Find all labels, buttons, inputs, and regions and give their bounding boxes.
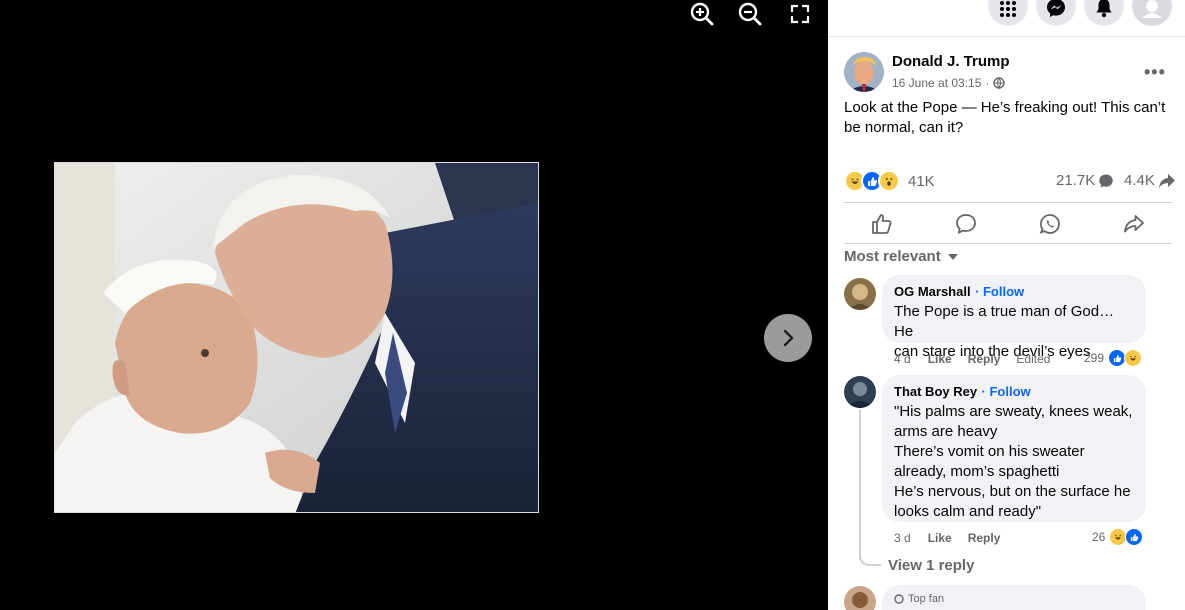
post-text: Look at the Pope — He’s freaking out! Th…	[844, 99, 1166, 136]
comment-reactions[interactable]: 299	[1084, 349, 1143, 367]
comment-like-button[interactable]: Like	[928, 531, 952, 545]
commenter-avatar[interactable]	[844, 376, 876, 408]
commenter-avatar[interactable]	[844, 278, 876, 310]
zoom-out-icon[interactable]	[736, 0, 764, 28]
reply-thread-connector	[859, 548, 881, 566]
view-replies-link[interactable]: View 1 reply	[888, 557, 974, 574]
comment-time[interactable]: 4 d	[894, 352, 911, 366]
comment-reply-button[interactable]: Reply	[968, 352, 1001, 366]
comment-sort-label: Most relevant	[844, 248, 941, 265]
comment-bubble: That Boy Rey · Follow "His palms are swe…	[882, 375, 1146, 522]
comment-text-line: "His palms are sweaty, knees weak,	[894, 403, 1133, 420]
comment-meta: 4 d Like Reply Edited	[894, 352, 1050, 366]
shares-count-value: 4.4K	[1124, 172, 1155, 189]
follow-link[interactable]: · Follow	[982, 384, 1031, 399]
reaction-count[interactable]: 41K	[908, 173, 935, 190]
comment-bubble: OG Marshall · Follow The Pope is a true …	[882, 275, 1146, 360]
share-icon[interactable]	[1122, 212, 1146, 236]
notifications-bell-icon[interactable]	[1084, 0, 1124, 26]
post-panel: Donald J. Trump 16 June at 03:15 · ••• L…	[828, 0, 1185, 610]
post-photo	[54, 162, 539, 513]
follow-link[interactable]: · Follow	[975, 284, 1024, 299]
comment-time[interactable]: 3 d	[894, 531, 911, 545]
share-count-icon	[1158, 173, 1175, 188]
comment-meta: 3 d Like Reply	[894, 531, 1000, 545]
author-avatar[interactable]	[844, 52, 884, 92]
top-fan-badge: Top fan	[894, 593, 944, 605]
comments-count-value: 21.7K	[1056, 172, 1096, 189]
post-author-name[interactable]: Donald J. Trump	[892, 53, 1010, 70]
post-more-options-button[interactable]: •••	[1144, 62, 1166, 83]
like-icon[interactable]	[870, 212, 894, 236]
top-navigation	[828, 0, 1185, 37]
zoom-in-icon[interactable]	[688, 0, 716, 28]
comment-sort-dropdown[interactable]: Most relevant	[844, 248, 959, 265]
comment-icon[interactable]	[954, 212, 978, 236]
comment-reaction-count: 26	[1092, 530, 1106, 544]
comment-like-button[interactable]: Like	[928, 352, 952, 366]
account-avatar[interactable]	[1132, 0, 1172, 26]
wow-reaction-icon	[878, 170, 900, 192]
post-action-bar	[844, 202, 1172, 244]
comment-text-line: The Pope is a true man of God… He	[894, 303, 1115, 340]
comment-text-line: already, mom’s spaghetti	[894, 463, 1060, 480]
commenter-name[interactable]: OG Marshall	[894, 284, 971, 299]
messenger-icon[interactable]	[1036, 0, 1076, 26]
commenter-name[interactable]: That Boy Rey	[894, 384, 977, 399]
globe-icon	[993, 77, 1006, 89]
whatsapp-icon[interactable]	[1038, 212, 1062, 236]
fullscreen-icon[interactable]	[786, 0, 814, 28]
photo-viewer	[0, 0, 828, 610]
comment-bubble: Top fan	[882, 585, 1146, 610]
comment-edited-label: Edited	[1016, 352, 1051, 366]
comment-text-line: He’s nervous, but on the surface he	[894, 483, 1131, 500]
reply-thread-line	[859, 410, 861, 560]
comment-text-line: looks calm and ready"	[894, 503, 1042, 520]
menu-grid-icon[interactable]	[988, 0, 1028, 26]
next-photo-button[interactable]	[764, 314, 812, 362]
post-date[interactable]: 16 June at 03:15	[892, 76, 981, 90]
shares-count[interactable]: 4.4K	[1124, 172, 1176, 189]
haha-reaction-icon	[1124, 349, 1143, 367]
comment-reaction-count: 299	[1084, 351, 1105, 365]
comment-reactions[interactable]: 26	[1092, 528, 1144, 546]
comment-reply-button[interactable]: Reply	[968, 531, 1001, 545]
badge-icon	[894, 594, 904, 604]
comments-count[interactable]: 21.7K	[1056, 172, 1114, 189]
chevron-down-icon	[947, 253, 958, 260]
comment-count-icon	[1099, 174, 1113, 188]
comment-text-line: arms are heavy	[894, 423, 998, 440]
commenter-avatar[interactable]	[844, 586, 876, 610]
top-fan-label: Top fan	[908, 593, 945, 605]
chevron-right-icon	[783, 329, 794, 347]
like-reaction-icon	[1125, 528, 1144, 546]
post-meta: 16 June at 03:15 ·	[892, 76, 1006, 90]
comment-text-line: There’s vomit on his sweater	[894, 443, 1085, 460]
meta-separator: ·	[985, 76, 990, 90]
